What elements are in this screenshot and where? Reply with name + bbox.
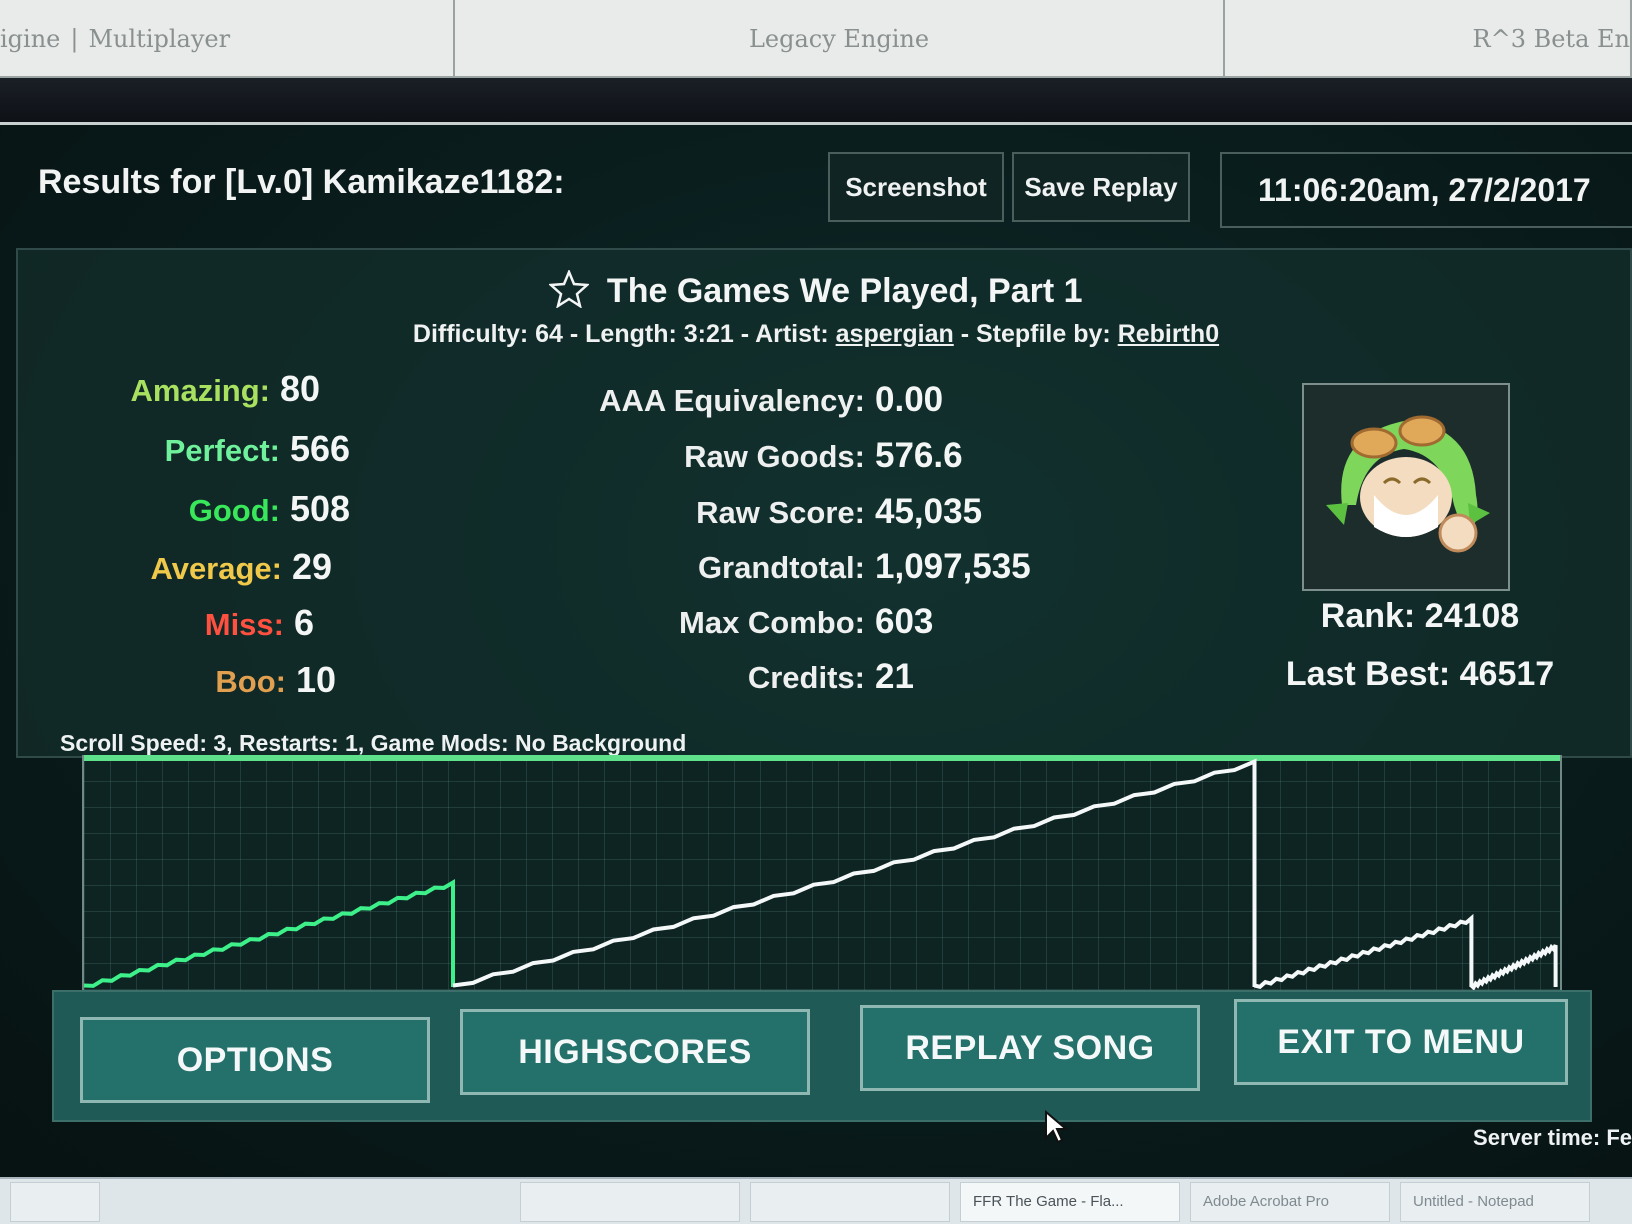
score-label: Grandtotal:: [697, 550, 865, 585]
combo-graph-plot: [84, 755, 1560, 991]
tab-legacy-engine-label: Legacy Engine: [748, 25, 930, 53]
taskbar-item-ffr[interactable]: FFR The Game - Fla...: [960, 1181, 1180, 1222]
tab-multiplayer[interactable]: igine | Multiplayer: [0, 0, 455, 78]
replay-song-button[interactable]: REPLAY SONG: [860, 1005, 1200, 1091]
tab-legacy-engine[interactable]: Legacy Engine: [455, 0, 1225, 78]
score-value: 603: [875, 602, 934, 641]
player-last-best: Last Best: 46517: [1285, 655, 1555, 693]
combo-segment: [452, 758, 1257, 988]
taskbar-item-acrobat[interactable]: Adobe Acrobat Pro: [1190, 1181, 1390, 1222]
taskbar-item-notepad[interactable]: Untitled - Notepad: [1400, 1181, 1590, 1222]
combo-segment: [1470, 943, 1558, 991]
taskbar-item[interactable]: [750, 1181, 950, 1222]
os-taskbar: FFR The Game - Fla... Adobe Acrobat Pro …: [0, 1177, 1632, 1224]
judgement-strip: [84, 755, 1560, 761]
artist-label: Artist:: [755, 320, 829, 348]
combo-segment: [84, 878, 455, 988]
stepfile-label: Stepfile by:: [975, 320, 1111, 348]
options-button[interactable]: OPTIONS: [80, 1017, 430, 1103]
tab-engine-label: igine: [0, 25, 61, 53]
score-value: 21: [875, 657, 914, 696]
combo-segment: [1254, 913, 1474, 989]
server-time: Server time: Fe: [1473, 1125, 1632, 1150]
avatar: [1302, 383, 1510, 591]
score-value: 0.00: [875, 380, 944, 419]
score-grandtotal: Grandtotal: 1,097,535: [0, 547, 1031, 587]
scroll-info: Scroll Speed: 3, Restarts: 1, Game Mods:…: [60, 730, 687, 756]
score-value: 45,035: [875, 492, 983, 531]
exit-to-menu-button[interactable]: EXIT TO MENU: [1234, 999, 1568, 1085]
score-label: AAA Equivalency:: [599, 383, 865, 418]
song-title: The Games We Played, Part 1: [606, 272, 1083, 310]
score-raw-goods: Raw Goods: 576.6: [0, 436, 963, 476]
taskbar-item[interactable]: [10, 1181, 100, 1222]
result-datetime: 11:06:20am, 27/2/2017: [1220, 152, 1632, 228]
star-icon[interactable]: [548, 268, 591, 317]
song-title-row: The Games We Played, Part 1: [0, 268, 1632, 317]
score-label: Credits:: [747, 660, 865, 695]
tab-r3-beta[interactable]: R^3 Beta En: [1225, 0, 1632, 78]
meta-dash: -: [960, 320, 970, 348]
score-aaa-equivalency: AAA Equivalency: 0.00: [0, 380, 943, 420]
player-rank: Rank: 24108: [1320, 597, 1520, 635]
stepfile-link[interactable]: Rebirth0: [1118, 320, 1219, 348]
game-window: Results for [Lv.0] Kamikaze1182: Screens…: [0, 122, 1632, 1177]
avatar-icon: [1304, 385, 1508, 589]
score-label: Max Combo:: [679, 605, 865, 640]
score-value: 1,097,535: [875, 547, 1031, 586]
difficulty-length: Difficulty: 64 - Length: 3:21 -: [412, 320, 750, 348]
results-title: Results for [Lv.0] Kamikaze1182:: [38, 163, 565, 201]
results-header: Results for [Lv.0] Kamikaze1182: Screens…: [0, 125, 1632, 245]
window-gap: [0, 78, 1632, 123]
screenshot-button[interactable]: Screenshot: [828, 152, 1004, 222]
score-raw-score: Raw Score: 45,035: [0, 492, 982, 532]
taskbar-item[interactable]: [520, 1181, 740, 1222]
tab-multiplayer-label: Multiplayer: [88, 25, 231, 53]
combo-graph: [82, 755, 1562, 995]
browser-tab-bar: igine | Multiplayer Legacy Engine R^3 Be…: [0, 0, 1632, 78]
bottom-button-bar: OPTIONS HIGHSCORES REPLAY SONG EXIT TO M…: [52, 990, 1592, 1122]
mouse-cursor-icon: [1045, 1110, 1068, 1144]
song-meta: Difficulty: 64 - Length: 3:21 - Artist: …: [0, 320, 1632, 349]
score-max-combo: Max Combo: 603: [0, 602, 933, 642]
score-value: 576.6: [875, 436, 963, 475]
artist-link[interactable]: aspergian: [836, 320, 954, 348]
save-replay-button[interactable]: Save Replay: [1012, 152, 1190, 222]
tab-r3-beta-label: R^3 Beta En: [1472, 25, 1630, 53]
score-label: Raw Goods:: [684, 439, 865, 474]
highscores-button[interactable]: HIGHSCORES: [460, 1009, 810, 1095]
tab-separator: |: [70, 25, 79, 53]
score-label: Raw Score:: [696, 495, 865, 530]
score-credits: Credits: 21: [0, 657, 914, 697]
